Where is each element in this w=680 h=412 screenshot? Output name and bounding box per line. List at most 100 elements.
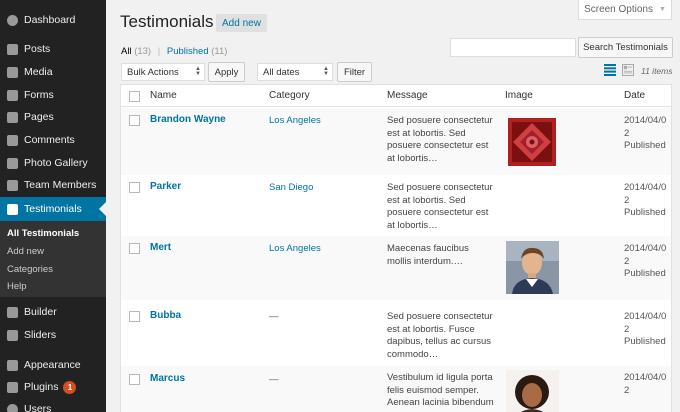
submenu-categories[interactable]: Categories (7, 264, 53, 275)
add-new-button[interactable]: Add new (216, 14, 267, 32)
screen-options-label: Screen Options (584, 4, 653, 15)
testimonial-title-link[interactable]: Marcus (150, 373, 185, 384)
active-indicator (99, 202, 106, 216)
sidebar-item-label: Forms (24, 89, 54, 101)
sidebar-item-media[interactable]: Media (0, 61, 106, 83)
testimonial-title-link[interactable]: Mert (150, 242, 171, 253)
bulk-actions-select[interactable]: Bulk Actions ▲ ▼ (121, 63, 205, 81)
sidebar-item-label: Comments (24, 134, 75, 146)
date-value: 2014/04/0 2 (624, 243, 667, 267)
apply-button[interactable]: Apply (208, 62, 245, 82)
status-filter-links: All (13) | Published (11) (121, 46, 227, 57)
pages-icon (6, 111, 19, 124)
table-row: Brandon Wayne Los Angeles Sed posuere co… (121, 108, 671, 175)
date-text: 2014/04/0 2 (624, 372, 671, 397)
search-input[interactable] (450, 38, 576, 57)
testimonial-title-link[interactable]: Parker (150, 181, 181, 192)
date-text: 2014/04/0 2 Published (624, 115, 674, 153)
user-icon (6, 403, 19, 412)
builder-icon (6, 306, 19, 319)
category-empty: — (269, 311, 279, 322)
sidebar-item-testimonials[interactable]: Testimonials (0, 197, 106, 221)
screen-options-button[interactable]: Screen Options ▼ (578, 0, 672, 20)
submenu-help[interactable]: Help (7, 281, 27, 292)
sidebar-item-label: Testimonials (24, 203, 82, 215)
sidebar-item-photo-gallery[interactable]: Photo Gallery (0, 152, 106, 174)
table-row: Bubba — Sed posuere consectetur est at l… (121, 300, 671, 366)
search-testimonials-button[interactable]: Search Testimonials (578, 37, 673, 58)
status-text: Published (624, 336, 666, 347)
category-link[interactable]: San Diego (269, 182, 313, 193)
status-text: Published (624, 207, 666, 218)
sidebar-item-plugins[interactable]: Plugins 1 (0, 376, 106, 398)
testimonial-image (506, 241, 559, 294)
sidebar-item-appearance[interactable]: Appearance (0, 354, 106, 376)
row-checkbox[interactable] (129, 182, 140, 193)
column-header-date[interactable]: Date (624, 90, 645, 101)
sidebar-item-label: Dashboard (24, 14, 76, 26)
column-header-image: Image (505, 90, 533, 101)
row-checkbox[interactable] (129, 311, 140, 322)
select-arrows-icon: ▲ ▼ (323, 66, 329, 77)
sidebar-item-builder[interactable]: Builder (0, 301, 106, 323)
row-checkbox[interactable] (129, 115, 140, 126)
submenu-add-new[interactable]: Add new (7, 246, 44, 257)
select-all-checkbox[interactable] (129, 91, 140, 102)
testimonial-title-link[interactable]: Brandon Wayne (150, 114, 226, 125)
testimonials-table: Name Category Message Image Date Brandon… (120, 84, 672, 412)
gallery-icon (6, 157, 19, 170)
sidebar-item-dashboard[interactable]: Dashboard (0, 9, 106, 31)
date-text: 2014/04/0 2 Published (624, 243, 674, 281)
category-empty: — (269, 374, 279, 385)
comment-icon (6, 134, 19, 147)
dashboard-icon (6, 14, 19, 27)
sidebar-item-sliders[interactable]: Sliders (0, 324, 106, 346)
sidebar-item-pages[interactable]: Pages (0, 106, 106, 128)
sidebar-item-forms[interactable]: Forms (0, 84, 106, 106)
plugin-icon (6, 381, 19, 394)
date-value: 2014/04/0 2 (624, 115, 667, 139)
date-filter-select[interactable]: All dates ▲ ▼ (257, 63, 333, 81)
sidebar-item-users[interactable]: Users (0, 398, 106, 412)
media-icon (6, 66, 19, 79)
table-row: Marcus — Vestibulum id ligula porta feli… (121, 366, 671, 412)
select-arrows-icon: ▲ ▼ (195, 66, 201, 77)
forms-icon (6, 89, 19, 102)
message-text: Vestibulum id ligula porta felis euismod… (387, 372, 494, 408)
column-header-name[interactable]: Name (150, 90, 177, 101)
message-text: Maecenas faucibus mollis interdum.… (387, 243, 469, 267)
sidebar-item-label: Posts (24, 43, 51, 55)
excerpt-view-icon[interactable] (622, 64, 634, 76)
sidebar-item-posts[interactable]: Posts (0, 38, 106, 60)
date-value: 2014/04/0 2 (624, 311, 667, 335)
filter-button[interactable]: Filter (337, 62, 372, 82)
filter-all-count: (13) (134, 46, 152, 57)
submenu-all-testimonials[interactable]: All Testimonials (7, 228, 79, 239)
sidebar-item-label: Photo Gallery (24, 157, 88, 169)
testimonial-image (506, 370, 559, 412)
column-header-message: Message (387, 90, 428, 101)
row-checkbox[interactable] (129, 243, 140, 254)
sidebar-item-label: Users (24, 403, 52, 412)
sidebar-item-label: Builder (24, 306, 57, 318)
message-text: Sed posuere consectetur est at lobortis.… (387, 311, 493, 360)
sidebar-item-comments[interactable]: Comments (0, 129, 106, 151)
sidebar-item-label: Appearance (24, 359, 81, 371)
row-checkbox[interactable] (129, 374, 140, 385)
table-row: Parker San Diego Sed posuere consectetur… (121, 175, 671, 236)
table-row: Mert Los Angeles Maecenas faucibus molli… (121, 236, 671, 300)
filter-separator: | (157, 46, 161, 57)
filter-all-link[interactable]: All (121, 46, 132, 57)
sidebar-item-label: Team Members (24, 179, 97, 191)
filter-published-link[interactable]: Published (167, 46, 209, 57)
category-link[interactable]: Los Angeles (269, 115, 321, 126)
testimonial-title-link[interactable]: Bubba (150, 310, 181, 321)
date-value: 2014/04/0 2 (624, 372, 667, 396)
table-header: Name Category Message Image Date (121, 85, 671, 107)
list-view-icon[interactable] (604, 64, 616, 76)
items-count: 11 items (641, 66, 673, 76)
category-link[interactable]: Los Angeles (269, 243, 321, 254)
page-title: Testimonials (120, 12, 214, 31)
sidebar-item-team-members[interactable]: Team Members (0, 174, 106, 196)
testimonials-submenu: All Testimonials Add new Categories Help (0, 221, 106, 297)
